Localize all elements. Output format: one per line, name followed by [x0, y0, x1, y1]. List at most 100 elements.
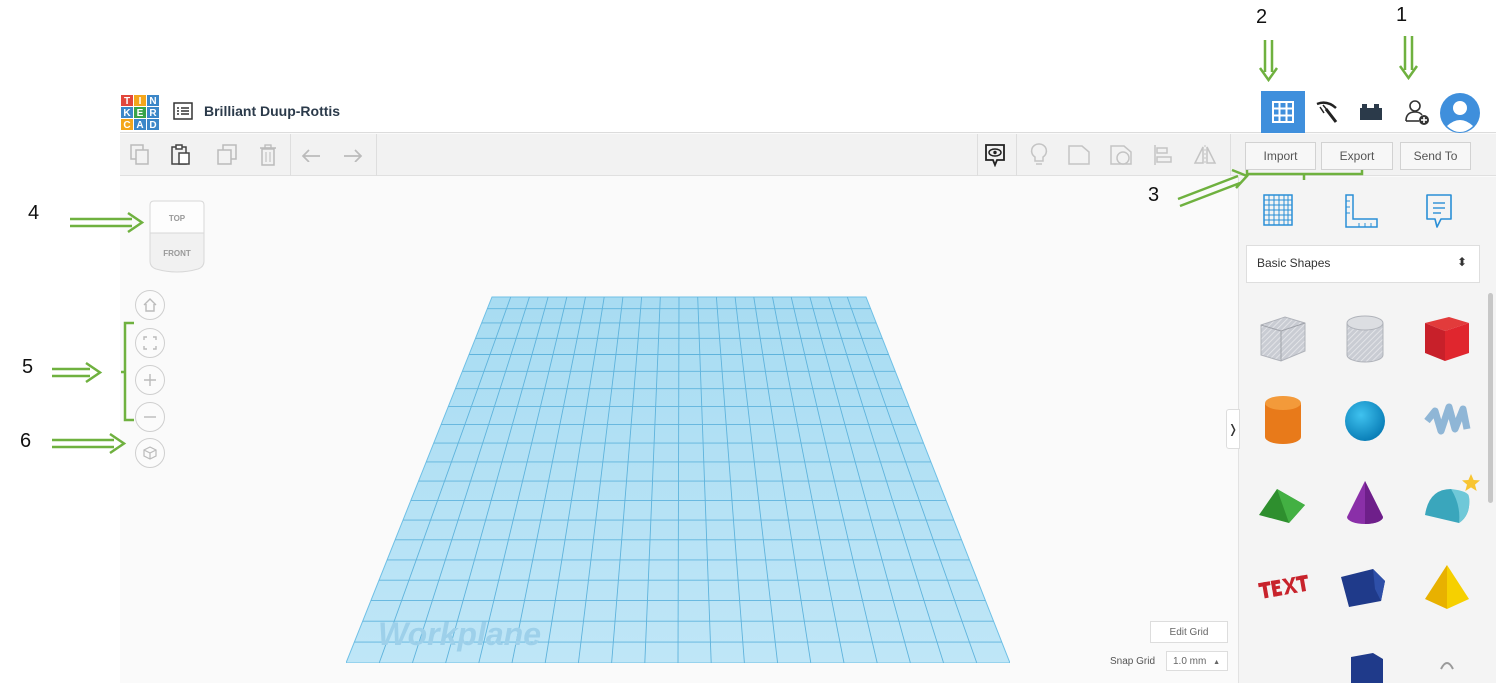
- annotation-number-1: 1: [1396, 4, 1408, 26]
- codeblocks-view-button[interactable]: [1305, 91, 1349, 133]
- design-title[interactable]: Brilliant Duup-Rottis: [204, 103, 340, 119]
- shape-box[interactable]: [1419, 311, 1475, 367]
- shape-cylinder[interactable]: [1255, 393, 1311, 449]
- undo-button[interactable]: [298, 142, 324, 168]
- svg-text:D: D: [149, 120, 156, 131]
- light-button[interactable]: [1026, 142, 1052, 168]
- designs-list-icon[interactable]: [173, 102, 193, 120]
- view-cube[interactable]: TOP FRONT: [142, 197, 212, 273]
- annotation-number-2: 2: [1256, 6, 1268, 28]
- copy-button[interactable]: [127, 142, 153, 168]
- shape-paraboloid[interactable]: [1419, 647, 1475, 683]
- select-arrows-icon: ⬍: [1456, 255, 1467, 269]
- annotation-arrow-1: [1398, 36, 1419, 81]
- mirror-button[interactable]: [1192, 142, 1218, 168]
- annotation-number-6: 6: [20, 430, 32, 452]
- mirror-icon: [1193, 145, 1217, 165]
- chevron-right-icon: ❭: [1227, 422, 1239, 436]
- notes-toggle-button[interactable]: [982, 142, 1008, 168]
- annotation-arrow-6: [52, 432, 127, 455]
- grid-icon: [1272, 101, 1294, 123]
- shapes-scrollbar[interactable]: [1488, 293, 1493, 503]
- ruler-icon[interactable]: [1341, 191, 1381, 231]
- collapse-panel-tab[interactable]: ❭: [1226, 409, 1240, 449]
- perspective-toggle-button[interactable]: [135, 438, 165, 468]
- redo-button[interactable]: [340, 142, 366, 168]
- bricks-view-button[interactable]: [1349, 91, 1393, 133]
- plus-icon: [144, 374, 156, 386]
- svg-text:E: E: [137, 108, 144, 119]
- annotation-number-4: 4: [28, 202, 40, 224]
- shapes-panel: Basic Shapes ⬍: [1238, 177, 1496, 683]
- annotation-arrow-2: [1258, 40, 1279, 83]
- invite-collaborator-button[interactable]: [1395, 91, 1439, 133]
- lightbulb-icon: [1030, 143, 1048, 165]
- add-user-icon: [1405, 100, 1429, 125]
- svg-text:Workplane: Workplane: [378, 616, 541, 652]
- zoom-out-button[interactable]: [135, 402, 165, 432]
- shape-hexagonal-prism[interactable]: [1337, 647, 1393, 683]
- import-button[interactable]: Import: [1245, 142, 1316, 170]
- workplane[interactable]: Workplane: [346, 295, 1010, 663]
- svg-text:R: R: [149, 108, 157, 119]
- duplicate-icon: [217, 144, 237, 165]
- delete-button[interactable]: [255, 142, 281, 168]
- align-button[interactable]: [1150, 142, 1176, 168]
- star-icon: [1462, 474, 1480, 491]
- shape-polygon[interactable]: [1337, 559, 1393, 615]
- zoom-in-button[interactable]: [135, 365, 165, 395]
- fit-view-button[interactable]: [135, 328, 165, 358]
- brick-icon: [1360, 104, 1382, 120]
- paste-icon: [171, 144, 190, 165]
- snap-grid-value: 1.0 mm: [1173, 656, 1207, 667]
- group-button[interactable]: [1066, 142, 1092, 168]
- svg-text:C: C: [123, 120, 130, 131]
- shape-box-hole[interactable]: [1255, 311, 1311, 367]
- svg-text:I: I: [139, 96, 142, 107]
- cube-icon: [143, 446, 157, 460]
- shape-category-value: Basic Shapes: [1257, 256, 1331, 270]
- shape-text[interactable]: [1255, 559, 1311, 615]
- user-avatar[interactable]: [1439, 92, 1481, 134]
- shape-cylinder-hole[interactable]: [1337, 311, 1393, 367]
- shape-pyramid[interactable]: [1419, 559, 1475, 615]
- shape-scribble[interactable]: [1419, 393, 1475, 449]
- align-icon: [1154, 145, 1172, 165]
- workplane-grid-icon[interactable]: [1259, 191, 1299, 231]
- svg-text:FRONT: FRONT: [163, 249, 191, 258]
- svg-text:K: K: [123, 108, 131, 119]
- trash-icon: [260, 144, 276, 166]
- note-icon[interactable]: [1419, 191, 1459, 231]
- svg-text:T: T: [124, 96, 130, 107]
- redo-icon: [344, 149, 363, 162]
- ungroup-icon: [1110, 145, 1132, 165]
- duplicate-button[interactable]: [214, 142, 240, 168]
- svg-text:A: A: [136, 120, 143, 131]
- annotation-arrow-5: [52, 361, 103, 384]
- shape-roof[interactable]: [1255, 475, 1311, 531]
- eye-comment-icon: [985, 144, 1005, 167]
- top-bar: T I N K E R C A D Brilliant Duup-Rottis: [120, 91, 1496, 133]
- svg-text:TOP: TOP: [169, 214, 186, 223]
- tinkercad-logo[interactable]: T I N K E R C A D: [120, 94, 161, 131]
- fit-icon: [143, 336, 157, 350]
- 3d-design-view-button[interactable]: [1261, 91, 1305, 133]
- snap-grid-select[interactable]: 1.0 mm ▲: [1166, 651, 1228, 671]
- export-button[interactable]: Export: [1321, 142, 1393, 170]
- shape-cone[interactable]: [1337, 475, 1393, 531]
- shape-sphere[interactable]: [1337, 393, 1393, 449]
- shape-category-select[interactable]: Basic Shapes ⬍: [1246, 245, 1480, 283]
- svg-text:N: N: [149, 96, 156, 107]
- caret-up-icon: ▲: [1213, 659, 1221, 666]
- home-icon: [143, 298, 157, 312]
- snap-grid-label: Snap Grid: [1110, 656, 1156, 667]
- paste-button[interactable]: [168, 142, 194, 168]
- annotation-number-3: 3: [1148, 184, 1160, 206]
- pickaxe-icon: [1316, 101, 1338, 123]
- edit-grid-button[interactable]: Edit Grid: [1150, 621, 1228, 643]
- home-view-button[interactable]: [135, 290, 165, 320]
- copy-icon: [130, 144, 149, 165]
- send-to-button[interactable]: Send To: [1400, 142, 1471, 170]
- group-icon: [1068, 145, 1090, 165]
- ungroup-button[interactable]: [1108, 142, 1134, 168]
